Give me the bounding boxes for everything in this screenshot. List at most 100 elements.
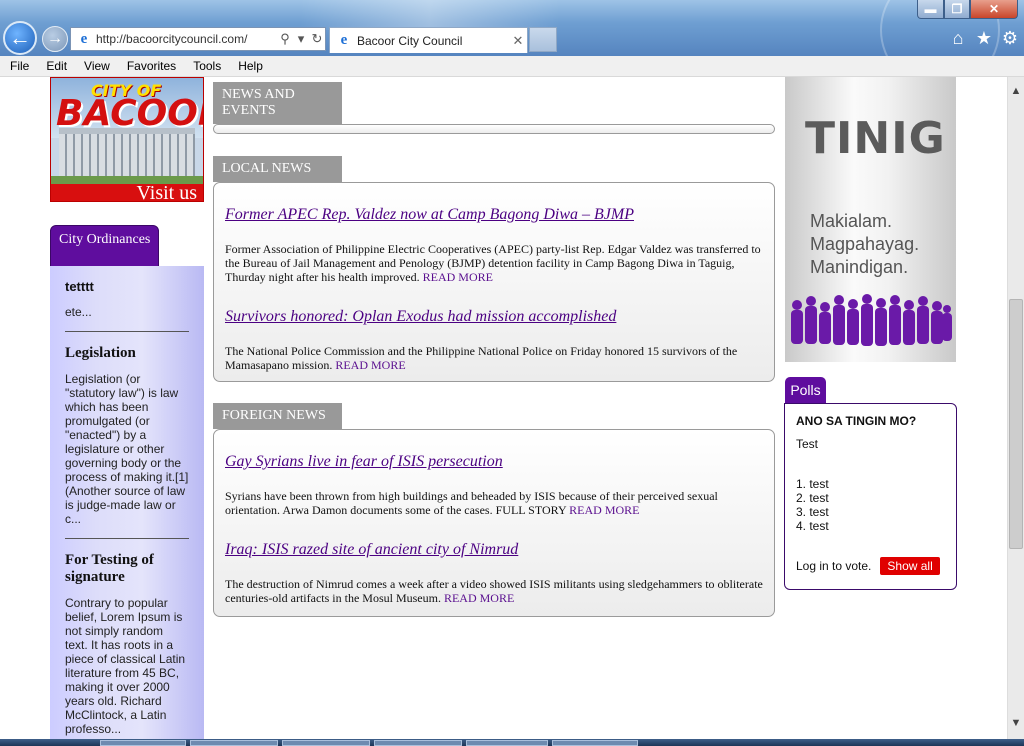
menu-bar: File Edit View Favorites Tools Help	[0, 56, 1024, 77]
tinig-line: Manindigan.	[810, 257, 909, 277]
news-article: Former APEC Rep. Valdez now at Camp Bago…	[225, 205, 765, 284]
browser-chrome: ← → e http://bacoorcitycouncil.com/ ⚲ ▾ …	[0, 0, 1024, 56]
show-all-button[interactable]: Show all	[880, 557, 940, 575]
taskbar-item[interactable]	[190, 740, 278, 746]
tinig-banner[interactable]: TINIG Makialam. Magpahayag. Manindigan.	[785, 77, 956, 362]
menu-favorites[interactable]: Favorites	[117, 59, 183, 73]
visit-us-label[interactable]: Visit us	[51, 183, 203, 201]
menu-view[interactable]: View	[74, 59, 117, 73]
ordinance-item: tetttt ete...	[65, 278, 189, 332]
read-more-link[interactable]: READ MORE	[335, 358, 405, 372]
poll-option: 4. test	[796, 519, 829, 533]
chevron-down-icon[interactable]: ▼	[1008, 717, 1024, 729]
menu-help[interactable]: Help	[228, 59, 270, 73]
chevron-up-icon[interactable]: ▲	[1008, 85, 1024, 97]
article-summary: Syrians have been thrown from high build…	[225, 489, 765, 517]
ordinance-title[interactable]: For Testing of signature	[65, 552, 189, 586]
banner-bacoor: BACOOR	[56, 93, 203, 134]
home-icon[interactable]: ⌂	[948, 28, 968, 49]
read-more-link[interactable]: READ MORE	[444, 591, 514, 605]
tinig-title: TINIG	[805, 113, 946, 164]
news-and-events-label: NEWS AND EVENTS	[222, 87, 295, 118]
read-more-link[interactable]: READ MORE	[423, 270, 493, 284]
ie-tab-icon: e	[340, 32, 348, 48]
browser-toolbar-icons: ⌂ ★ ⚙	[948, 28, 1020, 49]
city-hall-building	[59, 128, 195, 178]
city-ordinances-tab[interactable]: City Ordinances	[50, 225, 159, 267]
tinig-line: Makialam.	[810, 211, 893, 231]
city-of-bacoor-banner[interactable]: CITY OF BACOOR Visit us	[50, 77, 204, 202]
local-news-box: Former APEC Rep. Valdez now at Camp Bago…	[213, 182, 775, 382]
menu-edit[interactable]: Edit	[36, 59, 74, 73]
taskbar-item[interactable]	[466, 740, 548, 746]
taskbar-item[interactable]	[282, 740, 370, 746]
refresh-icon[interactable]: ↻	[309, 31, 325, 47]
ordinance-item: Legislation Legislation (or "statutory l…	[65, 345, 189, 539]
crowd-silhouette-icon	[791, 294, 952, 346]
foreign-news-box: Gay Syrians live in fear of ISIS persecu…	[213, 429, 775, 617]
back-button[interactable]: ←	[3, 21, 37, 55]
taskbar-item[interactable]	[100, 740, 186, 746]
poll-option: 1. test	[796, 477, 829, 491]
ordinance-excerpt: Legislation (or "statutory law") is law …	[65, 372, 189, 526]
menu-file[interactable]: File	[0, 59, 36, 73]
close-window-button[interactable]: ✕	[970, 0, 1018, 19]
minimize-button[interactable]: ▬	[917, 0, 944, 19]
taskbar-item[interactable]	[552, 740, 638, 746]
address-url[interactable]: http://bacoorcitycouncil.com/	[96, 32, 277, 46]
news-article: Survivors honored: Oplan Exodus had miss…	[225, 307, 765, 372]
scroll-thumb[interactable]	[1009, 299, 1023, 549]
news-and-events-tab[interactable]: NEWS AND EVENTS	[213, 82, 342, 124]
new-tab-button[interactable]	[529, 27, 557, 52]
article-text: Syrians have been thrown from high build…	[225, 489, 718, 517]
forward-button[interactable]: →	[42, 26, 68, 52]
article-title-link[interactable]: Iraq: ISIS razed site of ancient city of…	[225, 540, 765, 559]
article-title-link[interactable]: Gay Syrians live in fear of ISIS persecu…	[225, 452, 765, 471]
polls-box: ANO SA TINGIN MO? Test 1. test 2. test 3…	[784, 403, 957, 590]
ie-page-icon: e	[80, 31, 88, 47]
article-summary: The National Police Commission and the P…	[225, 344, 765, 372]
taskbar-item[interactable]	[374, 740, 462, 746]
taskbar	[0, 739, 1024, 746]
window-controls: ▬ ❐ ✕	[917, 0, 1018, 20]
news-article: Iraq: ISIS razed site of ancient city of…	[225, 540, 765, 605]
local-news-tab[interactable]: LOCAL NEWS	[213, 156, 342, 182]
menu-tools[interactable]: Tools	[183, 59, 228, 73]
polls-tab[interactable]: Polls	[785, 377, 826, 403]
restore-button[interactable]: ❐	[944, 0, 970, 19]
browser-tab[interactable]: e Bacoor City Council ✕	[329, 27, 528, 53]
page-viewport: CITY OF BACOOR Visit us City Ordinances …	[0, 77, 1007, 739]
search-icon[interactable]: ⚲	[277, 31, 293, 47]
read-more-link[interactable]: READ MORE	[569, 503, 639, 517]
poll-option: 2. test	[796, 491, 829, 505]
gear-icon[interactable]: ⚙	[1000, 28, 1020, 49]
article-title-link[interactable]: Survivors honored: Oplan Exodus had miss…	[225, 307, 765, 326]
article-summary: The destruction of Nimrud comes a week a…	[225, 577, 765, 605]
article-text: The National Police Commission and the P…	[225, 344, 738, 372]
poll-footer: Log in to vote. Show all	[796, 557, 956, 575]
browser-window: ← → e http://bacoorcitycouncil.com/ ⚲ ▾ …	[0, 0, 1024, 746]
poll-question: ANO SA TINGIN MO?	[796, 414, 917, 428]
chrome-highlight	[300, 0, 560, 30]
arrow-left-icon: ←	[9, 25, 31, 50]
login-to-vote-text: Log in to vote.	[796, 559, 872, 573]
ordinance-title[interactable]: Legislation	[65, 345, 189, 362]
news-and-events-box	[213, 124, 775, 134]
tab-title: Bacoor City Council	[357, 33, 463, 48]
dropdown-icon[interactable]: ▾	[293, 31, 309, 47]
ordinance-item: For Testing of signature Contrary to pop…	[65, 552, 189, 739]
vertical-scrollbar[interactable]: ▲ ▼	[1007, 77, 1024, 739]
foreign-news-tab[interactable]: FOREIGN NEWS	[213, 403, 342, 429]
star-icon[interactable]: ★	[974, 28, 994, 49]
close-tab-icon[interactable]: ✕	[509, 33, 527, 49]
article-summary: Former Association of Philippine Electri…	[225, 242, 765, 284]
address-bar[interactable]: e http://bacoorcitycouncil.com/ ⚲ ▾ ↻	[70, 27, 326, 51]
news-article: Gay Syrians live in fear of ISIS persecu…	[225, 452, 765, 517]
ordinance-excerpt: ete...	[65, 305, 92, 319]
article-title-link[interactable]: Former APEC Rep. Valdez now at Camp Bago…	[225, 205, 765, 224]
ordinances-panel: tetttt ete... Legislation Legislation (o…	[50, 266, 204, 739]
ordinance-title[interactable]: tetttt	[65, 278, 189, 295]
arrow-right-icon: →	[47, 30, 63, 47]
poll-option: 3. test	[796, 505, 829, 519]
poll-subtitle: Test	[796, 437, 819, 451]
